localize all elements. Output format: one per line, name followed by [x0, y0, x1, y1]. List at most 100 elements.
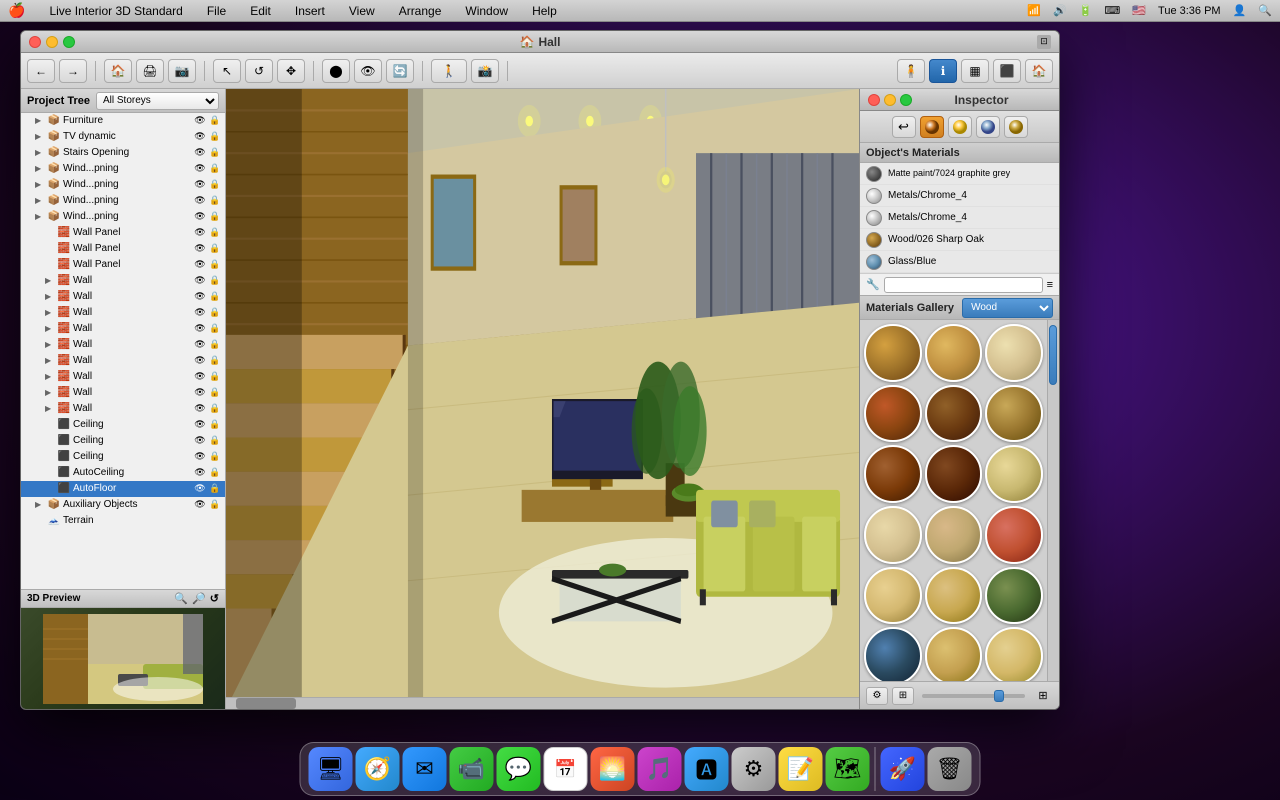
- lock-icon[interactable]: 🔒: [209, 307, 221, 319]
- lock-icon[interactable]: 🔒: [209, 323, 221, 335]
- view-split-btn[interactable]: 🏠: [1025, 59, 1053, 83]
- tree-item-wall3[interactable]: ▶ 🧱 Wall 👁 🔒: [21, 305, 225, 321]
- lock-icon[interactable]: 🔒: [209, 195, 221, 207]
- tree-item-ceiling1[interactable]: ⬛ Ceiling 👁 🔒: [21, 417, 225, 433]
- lock-icon[interactable]: 🔒: [209, 163, 221, 175]
- visibility-eye[interactable]: 👁: [193, 499, 207, 511]
- dock-item-trash[interactable]: 🗑: [928, 747, 972, 791]
- menubar-arrange[interactable]: Arrange: [395, 4, 446, 18]
- tree-item-autofloor[interactable]: ⬛ AutoFloor 👁 🔒: [21, 481, 225, 497]
- move-tool[interactable]: ✥: [277, 59, 305, 83]
- tree-item-window3[interactable]: ▶ 📦 Wind...pning 👁 🔒: [21, 193, 225, 209]
- gallery-swatch-15[interactable]: [864, 627, 922, 681]
- lock-icon[interactable]: 🔒: [209, 227, 221, 239]
- visibility-eye[interactable]: 👁: [193, 227, 207, 239]
- zoom-button[interactable]: ⊡: [1037, 35, 1051, 49]
- gallery-swatch-11[interactable]: [985, 506, 1043, 564]
- menu-icon[interactable]: ≡: [1047, 279, 1053, 291]
- battery-icon[interactable]: 🔋: [1079, 4, 1093, 17]
- dock-item-itunes[interactable]: 🎵: [638, 747, 682, 791]
- gallery-swatch-10[interactable]: [925, 506, 983, 564]
- preview-3d-view[interactable]: [21, 608, 225, 709]
- gallery-scrollbar[interactable]: [1047, 320, 1059, 681]
- menubar-insert[interactable]: Insert: [291, 4, 329, 18]
- inspector-maximize[interactable]: [900, 94, 912, 106]
- tree-item-wall4[interactable]: ▶ 🧱 Wall 👁 🔒: [21, 321, 225, 337]
- dock-item-facetime[interactable]: 📹: [450, 747, 494, 791]
- viewport[interactable]: [226, 89, 859, 709]
- tree-item-wall7[interactable]: ▶ 🧱 Wall 👁 🔒: [21, 369, 225, 385]
- tree-item-terrain[interactable]: 🗻 Terrain: [21, 513, 225, 529]
- inspector-grid-btn[interactable]: ⊞: [892, 687, 914, 705]
- lock-icon[interactable]: 🔒: [209, 179, 221, 191]
- tree-item-window4[interactable]: ▶ 📦 Wind...pning 👁 🔒: [21, 209, 225, 225]
- lock-icon[interactable]: 🔒: [209, 355, 221, 367]
- gallery-swatch-14[interactable]: [985, 567, 1043, 625]
- back-button[interactable]: ←: [27, 59, 55, 83]
- visibility-eye[interactable]: 👁: [193, 163, 207, 175]
- lock-icon[interactable]: 🔒: [209, 371, 221, 383]
- inspector-light-btn[interactable]: [948, 116, 972, 138]
- tree-item-wall1[interactable]: ▶ 🧱 Wall 👁 🔒: [21, 273, 225, 289]
- tree-item-tv[interactable]: ▶ 📦 TV dynamic 👁 🔒: [21, 129, 225, 145]
- gallery-swatch-2[interactable]: [985, 324, 1043, 382]
- lock-icon[interactable]: 🔒: [209, 275, 221, 287]
- visibility-eye[interactable]: 👁: [193, 211, 207, 223]
- maximize-button[interactable]: [63, 36, 75, 48]
- dock-item-appstore[interactable]: 🅰: [685, 747, 729, 791]
- tree-item-stairs[interactable]: ▶ 📦 Stairs Opening 👁 🔒: [21, 145, 225, 161]
- dock-item-safari[interactable]: 🧭: [356, 747, 400, 791]
- inspector-back-btn[interactable]: ↩: [892, 116, 916, 138]
- menubar-help[interactable]: Help: [528, 4, 561, 18]
- lock-icon[interactable]: 🔒: [209, 387, 221, 399]
- tree-item-window2[interactable]: ▶ 📦 Wind...pning 👁 🔒: [21, 177, 225, 193]
- material-item-0[interactable]: Matte paint/7024 graphite grey: [860, 163, 1059, 185]
- tree-item-wallpanel3[interactable]: 🧱 Wall Panel 👁 🔒: [21, 257, 225, 273]
- tree-item-furniture[interactable]: ▶ 📦 Furniture 👁 🔒: [21, 113, 225, 129]
- visibility-eye[interactable]: 👁: [193, 147, 207, 159]
- lock-icon[interactable]: 🔒: [209, 259, 221, 271]
- visibility-eye[interactable]: 👁: [193, 291, 207, 303]
- visibility-eye[interactable]: 👁: [193, 243, 207, 255]
- lock-icon[interactable]: 🔒: [209, 483, 221, 495]
- dock-item-launchpad[interactable]: 🚀: [881, 747, 925, 791]
- visibility-eye[interactable]: 👁: [193, 339, 207, 351]
- tree-item-wall6[interactable]: ▶ 🧱 Wall 👁 🔒: [21, 353, 225, 369]
- menubar-app-name[interactable]: Live Interior 3D Standard: [45, 4, 186, 18]
- inspector-material-btn[interactable]: [920, 116, 944, 138]
- dock-item-messages[interactable]: 💬: [497, 747, 541, 791]
- visibility-eye[interactable]: 👁: [193, 115, 207, 127]
- visibility-eye[interactable]: 👁: [193, 131, 207, 143]
- visibility-eye[interactable]: 👁: [193, 371, 207, 383]
- lock-icon[interactable]: 🔒: [209, 419, 221, 431]
- material-item-3[interactable]: Wood/026 Sharp Oak: [860, 229, 1059, 251]
- lock-icon[interactable]: 🔒: [209, 339, 221, 351]
- tree-item-ceiling3[interactable]: ⬛ Ceiling 👁 🔒: [21, 449, 225, 465]
- gallery-swatch-12[interactable]: [864, 567, 922, 625]
- camera-btn[interactable]: 📷: [168, 59, 196, 83]
- gallery-swatch-3[interactable]: [864, 385, 922, 443]
- gallery-swatch-17[interactable]: [985, 627, 1043, 681]
- visibility-eye[interactable]: 👁: [193, 483, 207, 495]
- visibility-eye[interactable]: 👁: [193, 467, 207, 479]
- dock-item-sysprefs[interactable]: ⚙: [732, 747, 776, 791]
- lock-icon[interactable]: 🔒: [209, 131, 221, 143]
- visibility-eye[interactable]: 👁: [193, 355, 207, 367]
- gallery-swatch-1[interactable]: [925, 324, 983, 382]
- lock-icon[interactable]: 🔒: [209, 243, 221, 255]
- lock-icon[interactable]: 🔒: [209, 467, 221, 479]
- close-button[interactable]: [29, 36, 41, 48]
- visibility-eye[interactable]: 👁: [193, 387, 207, 399]
- visibility-eye[interactable]: 👁: [193, 259, 207, 271]
- gallery-swatch-6[interactable]: [864, 445, 922, 503]
- menubar-view[interactable]: View: [345, 4, 379, 18]
- menubar-window[interactable]: Window: [461, 4, 512, 18]
- tree-item-auxiliary[interactable]: ▶ 📦 Auxiliary Objects 👁 🔒: [21, 497, 225, 513]
- view-3d-btn[interactable]: ⬛: [993, 59, 1021, 83]
- visibility-eye[interactable]: 👁: [193, 179, 207, 191]
- zoom-in-icon[interactable]: 🔎: [192, 592, 206, 605]
- wifi-icon[interactable]: 📶: [1027, 4, 1041, 17]
- home-btn[interactable]: 🏠: [104, 59, 132, 83]
- dock-item-photos[interactable]: 🌅: [591, 747, 635, 791]
- gallery-swatch-13[interactable]: [925, 567, 983, 625]
